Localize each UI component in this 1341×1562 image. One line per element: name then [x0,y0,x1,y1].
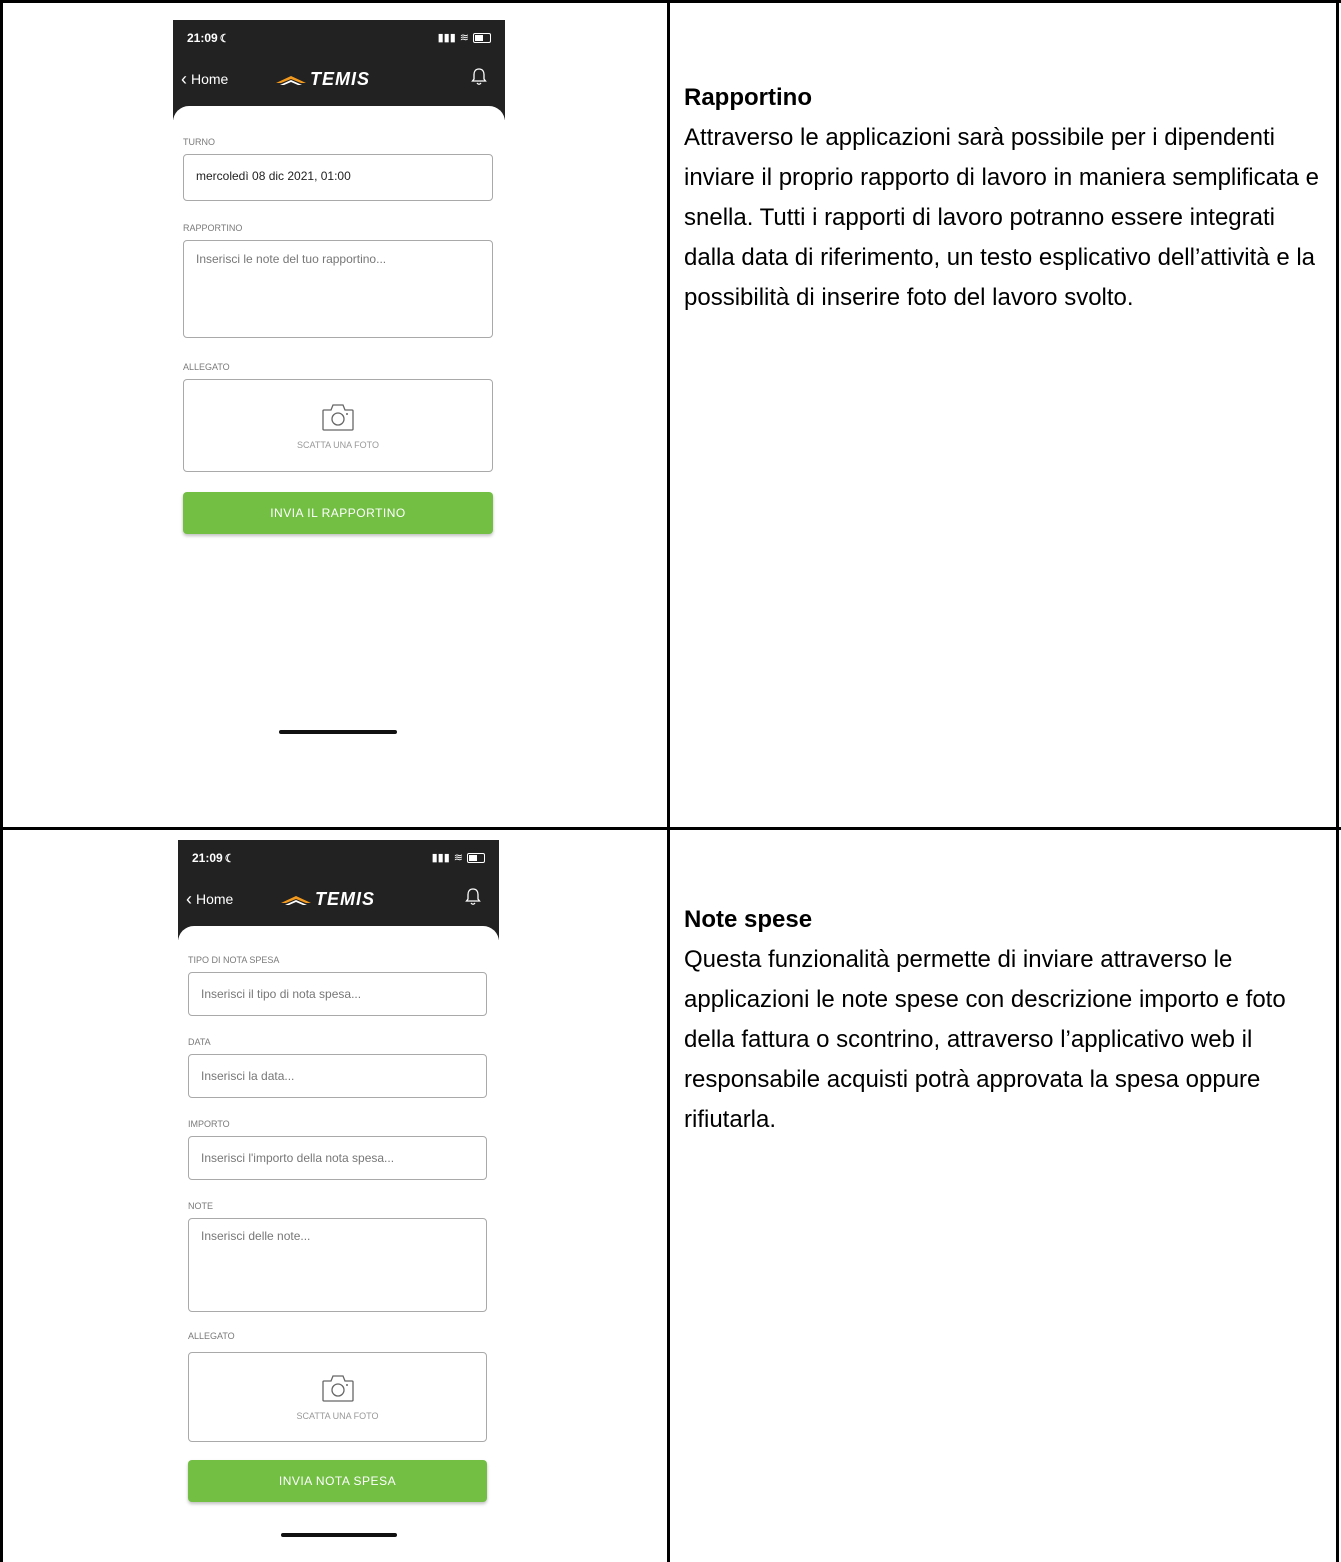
photo-caption: SCATTA UNA FOTO [296,439,379,450]
app-header: 21:09 ☾ ▮▮▮ ≋ ‹ Home TEMIS [173,20,505,120]
status-time: 21:09 ☾ [192,851,235,865]
status-time: 21:09 ☾ [187,31,230,45]
logo-wings-icon [281,895,311,905]
rapportino-description: Rapportino Attraverso le applicazioni sa… [684,78,1324,318]
table-column-divider [667,0,670,1562]
table-border-top [0,0,1341,3]
bell-icon[interactable] [465,888,481,906]
status-icons: ▮▮▮ ≋ [438,31,491,44]
rapportino-textarea[interactable]: Inserisci le note del tuo rapportino... [183,240,493,338]
moon-icon: ☾ [219,33,230,45]
data-label: DATA [188,1037,211,1047]
logo-text: TEMIS [315,889,376,909]
logo-text: TEMIS [310,69,371,89]
signal-icon: ▮▮▮ [437,32,456,44]
data-placeholder: Inserisci la data... [201,1069,295,1083]
note-label: NOTE [188,1201,214,1211]
status-icons: ▮▮▮ ≋ [432,851,485,864]
tipo-placeholder: Inserisci il tipo di nota spesa... [201,987,362,1001]
tipo-label: TIPO DI NOTA SPESA [188,955,280,965]
turno-value: mercoledì 08 dic 2021, 01:00 [196,169,351,183]
take-photo-button[interactable]: SCATTA UNA FOTO [183,379,493,472]
importo-input[interactable]: Inserisci l'importo della nota spesa... [188,1136,487,1180]
form-sheet: TIPO DI NOTA SPESA Inserisci il tipo di … [178,926,499,1562]
submit-rapportino-button[interactable]: INVIA IL RAPPORTINO [183,492,493,534]
wifi-icon: ≋ [459,32,469,44]
rapportino-body: Attraverso le applicazioni sarà possibil… [684,124,1319,311]
rapportino-label: RAPPORTINO [183,223,243,233]
chevron-left-icon: ‹ [186,889,192,909]
data-input[interactable]: Inserisci la data... [188,1054,487,1098]
rapportino-phone-screenshot: 21:09 ☾ ▮▮▮ ≋ ‹ Home TEMIS TURNO mercoled… [173,20,505,780]
importo-label: IMPORTO [188,1119,230,1129]
tipo-input[interactable]: Inserisci il tipo di nota spesa... [188,972,487,1016]
camera-icon [322,403,354,431]
battery-icon [473,32,491,43]
note-spese-body: Questa funzionalità permette di inviare … [684,946,1286,1133]
wifi-icon: ≋ [453,852,463,864]
allegato-label: ALLEGATO [183,362,230,372]
back-button[interactable]: ‹ Home [181,69,229,89]
allegato-label: ALLEGATO [188,1331,235,1341]
turno-field[interactable]: mercoledì 08 dic 2021, 01:00 [183,154,493,201]
moon-icon: ☾ [224,853,235,865]
chevron-left-icon: ‹ [181,69,187,89]
rapportino-placeholder: Inserisci le note del tuo rapportino... [196,252,387,266]
temis-logo: TEMIS [281,889,375,910]
note-spese-description: Note spese Questa funzionalità permette … [684,900,1324,1140]
photo-caption: SCATTA UNA FOTO [296,1411,379,1421]
home-indicator [279,730,397,734]
form-sheet: TURNO mercoledì 08 dic 2021, 01:00 RAPPO… [173,106,505,780]
back-label: Home [191,71,229,87]
note-placeholder: Inserisci delle note... [201,1229,311,1243]
note-spese-phone-screenshot: 21:09 ☾ ▮▮▮ ≋ ‹ Home TEMIS TIPO DI NOTA S… [178,840,499,1562]
note-textarea[interactable]: Inserisci delle note... [188,1218,487,1312]
signal-icon: ▮▮▮ [431,852,450,864]
camera-icon [321,1375,354,1402]
submit-nota-spesa-button[interactable]: INVIA NOTA SPESA [188,1460,487,1502]
take-photo-button[interactable]: SCATTA UNA FOTO [188,1352,487,1442]
temis-logo: TEMIS [276,69,370,90]
back-button[interactable]: ‹ Home [186,889,234,909]
bell-icon[interactable] [471,68,487,86]
rapportino-title: Rapportino [684,84,812,111]
note-spese-title: Note spese [684,906,813,933]
table-border-left [0,0,3,1562]
home-indicator [281,1533,397,1537]
battery-icon [467,852,485,863]
back-label: Home [196,891,234,907]
importo-placeholder: Inserisci l'importo della nota spesa... [201,1151,395,1165]
table-border-right [1336,0,1339,1562]
logo-wings-icon [276,75,306,85]
app-header: 21:09 ☾ ▮▮▮ ≋ ‹ Home TEMIS [178,840,499,940]
table-row-divider [0,827,1341,830]
turno-label: TURNO [183,137,215,147]
